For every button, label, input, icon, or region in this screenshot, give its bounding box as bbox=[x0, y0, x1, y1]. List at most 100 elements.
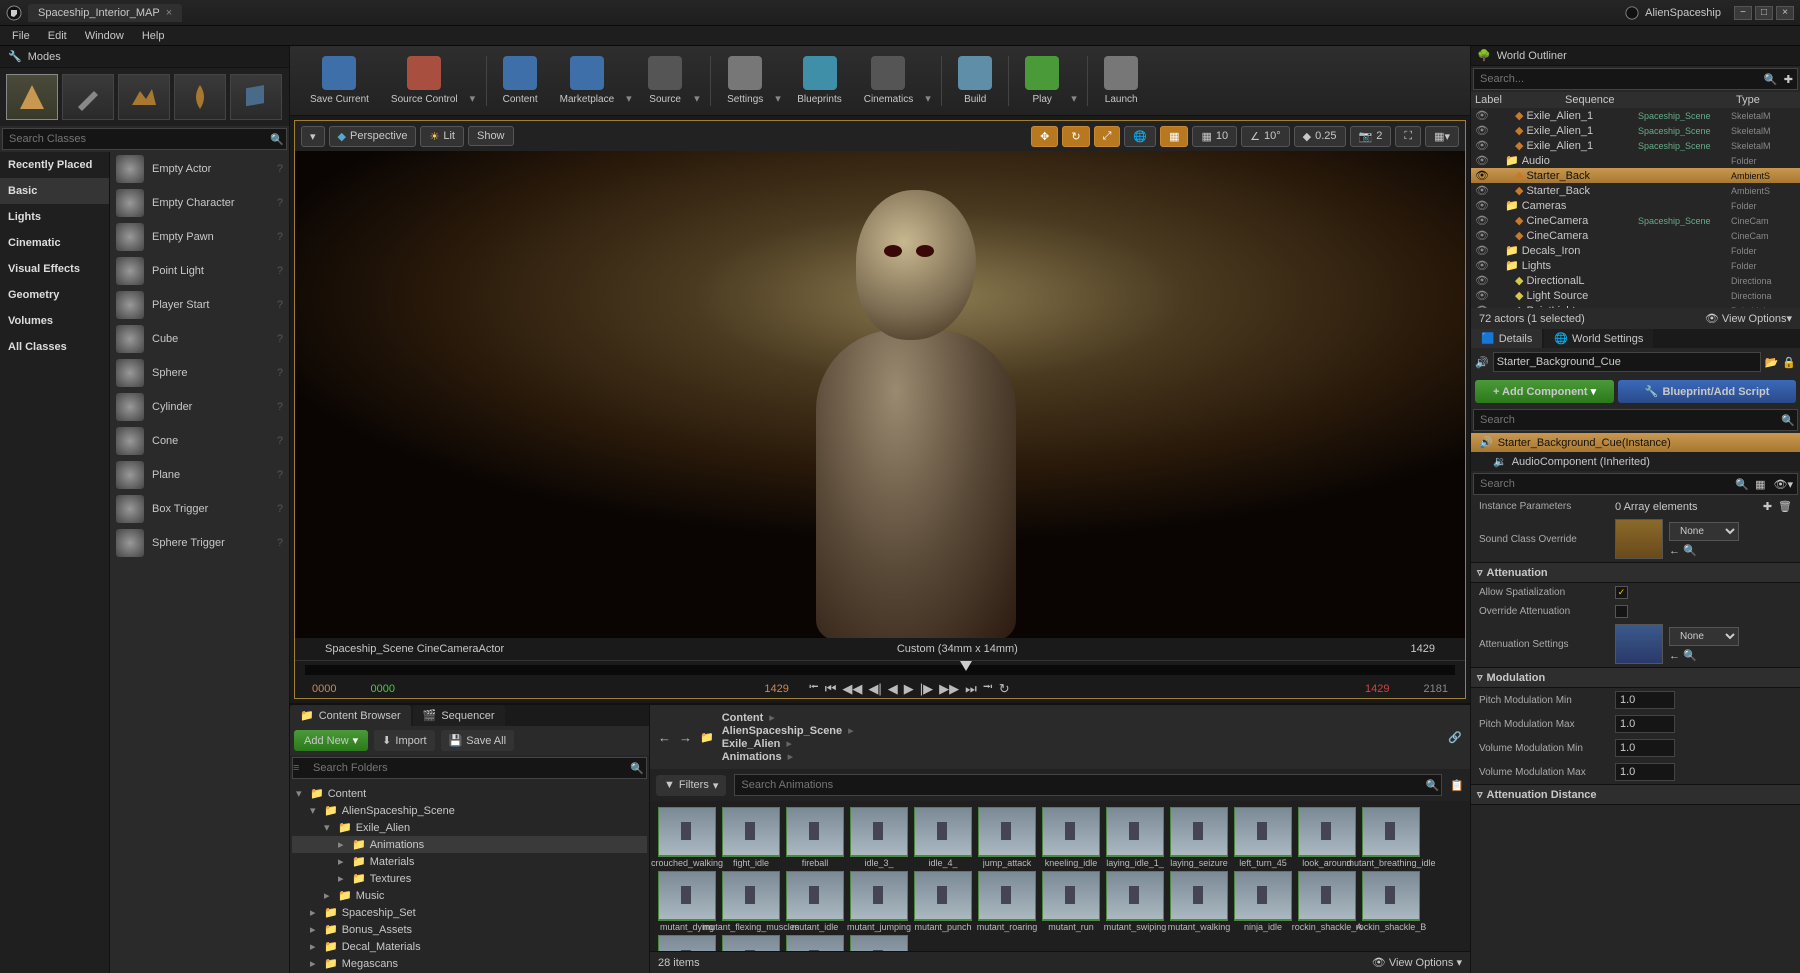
search-icon[interactable]: 🔍 bbox=[628, 759, 646, 777]
tl-goto-start-icon[interactable]: ⭰ bbox=[809, 678, 819, 700]
outliner-search-input[interactable] bbox=[1474, 69, 1762, 89]
browse-icon[interactable]: 🔍 bbox=[1683, 650, 1697, 662]
help-icon[interactable]: ? bbox=[277, 197, 283, 209]
tree-item[interactable]: ▸📁Bonus_Assets bbox=[292, 921, 647, 938]
asset-item[interactable]: idle_3_ bbox=[848, 807, 910, 869]
minimize-button[interactable]: − bbox=[1734, 6, 1752, 20]
tl-reverse-icon[interactable]: ◀ bbox=[888, 681, 898, 697]
category-item[interactable]: Volumes bbox=[0, 308, 109, 334]
category-item[interactable]: Recently Placed bbox=[0, 152, 109, 178]
asset-item[interactable]: sleeping_idle bbox=[720, 935, 782, 951]
transform-move-icon[interactable]: ✥ bbox=[1031, 126, 1058, 147]
close-icon[interactable]: × bbox=[166, 7, 172, 19]
world-settings-tab[interactable]: 🌐World Settings bbox=[1544, 329, 1653, 348]
tl-play-icon[interactable]: ▶ bbox=[904, 681, 914, 697]
asset-item[interactable]: mutant_swiping bbox=[1104, 871, 1166, 933]
search-icon[interactable]: 🔍 bbox=[1779, 411, 1797, 429]
visibility-icon[interactable]: 👁 bbox=[1475, 139, 1489, 152]
actor-item[interactable]: Empty Character? bbox=[110, 186, 289, 220]
toolbar-dropdown-icon[interactable]: ▾ bbox=[1071, 92, 1081, 105]
coord-icon[interactable]: 🌐 bbox=[1124, 126, 1156, 147]
vol-max-input[interactable] bbox=[1615, 763, 1675, 781]
content-browser-tab[interactable]: 📁Content Browser bbox=[290, 705, 411, 726]
breadcrumb-item[interactable]: Content ▸ bbox=[722, 711, 854, 724]
outliner-row[interactable]: 👁📁Decals_IronFolder bbox=[1471, 243, 1800, 258]
breadcrumb-item[interactable]: AlienSpaceship_Scene ▸ bbox=[722, 724, 854, 737]
asset-item[interactable]: mutant_flexing_muscles bbox=[720, 871, 782, 933]
category-item[interactable]: Basic bbox=[0, 178, 109, 204]
tree-item[interactable]: ▾📁Exile_Alien bbox=[292, 819, 647, 836]
component-audio[interactable]: 🔉AudioComponent (Inherited) bbox=[1471, 452, 1800, 471]
toolbar-save-current[interactable]: Save Current bbox=[300, 50, 379, 112]
sound-class-thumb[interactable] bbox=[1615, 519, 1663, 559]
asset-item[interactable]: kneeling_idle bbox=[1040, 807, 1102, 869]
toolbar-content[interactable]: Content bbox=[493, 50, 548, 112]
tl-next-icon[interactable]: ▶▶ bbox=[939, 681, 959, 697]
camera-speed[interactable]: 📷 2 bbox=[1350, 126, 1392, 147]
asset-item[interactable]: fight_idle bbox=[720, 807, 782, 869]
asset-item[interactable]: mutant_jumping bbox=[848, 871, 910, 933]
actor-item[interactable]: Cube? bbox=[110, 322, 289, 356]
actor-item[interactable]: Cone? bbox=[110, 424, 289, 458]
tree-item[interactable]: ▸📁Megascans bbox=[292, 955, 647, 972]
toolbar-dropdown-icon[interactable]: ▾ bbox=[626, 92, 636, 105]
breadcrumb-item[interactable]: Animations ▸ bbox=[722, 750, 854, 763]
snap-surface-icon[interactable]: ▦ bbox=[1160, 126, 1188, 147]
show-menu[interactable]: Show bbox=[468, 126, 514, 146]
actor-item[interactable]: Empty Actor? bbox=[110, 152, 289, 186]
visibility-icon[interactable]: 👁 bbox=[1475, 214, 1489, 227]
vol-min-input[interactable] bbox=[1615, 739, 1675, 757]
eye-icon[interactable]: 👁▾ bbox=[1770, 478, 1798, 491]
timeline[interactable]: 0000 0000 1429 ⭰ ⏮ ◀◀ ◀| ◀ ▶ |▶ ▶▶ ⏭ ⭲ ↻ bbox=[295, 660, 1465, 698]
visibility-icon[interactable]: 👁 bbox=[1475, 274, 1489, 287]
use-icon[interactable]: ← bbox=[1669, 650, 1680, 662]
actor-item[interactable]: Sphere? bbox=[110, 356, 289, 390]
search-folders-input[interactable] bbox=[307, 758, 628, 778]
component-root[interactable]: 🔊Starter_Background_Cue(Instance) bbox=[1471, 433, 1800, 452]
override-atten-checkbox[interactable] bbox=[1615, 605, 1628, 618]
asset-item[interactable]: crouched_walking bbox=[656, 807, 718, 869]
nav-fwd-icon[interactable]: → bbox=[679, 730, 692, 745]
add-new-button[interactable]: Add New ▾ bbox=[294, 730, 368, 751]
view-mode-perspective[interactable]: ◆Perspective bbox=[329, 126, 417, 147]
help-icon[interactable]: ? bbox=[277, 231, 283, 243]
add-component-button[interactable]: + Add Component ▾ bbox=[1475, 380, 1614, 403]
toolbar-cinematics[interactable]: Cinematics bbox=[854, 50, 923, 112]
asset-item[interactable]: ninja_idle bbox=[1232, 871, 1294, 933]
asset-item[interactable]: mutant_breathing_idle bbox=[1360, 807, 1422, 869]
help-icon[interactable]: ? bbox=[277, 333, 283, 345]
menu-edit[interactable]: Edit bbox=[40, 28, 75, 44]
asset-item[interactable]: laying_seizure bbox=[1168, 807, 1230, 869]
help-icon[interactable]: ? bbox=[277, 469, 283, 481]
category-item[interactable]: Cinematic bbox=[0, 230, 109, 256]
search-icon[interactable]: 🔍 bbox=[268, 130, 286, 148]
toolbar-play[interactable]: Play bbox=[1015, 50, 1069, 112]
category-item[interactable]: Visual Effects bbox=[0, 256, 109, 282]
actor-item[interactable]: Cylinder? bbox=[110, 390, 289, 424]
asset-item[interactable]: mutant_walking bbox=[1168, 871, 1230, 933]
outliner-row[interactable]: 👁◆Starter_BackAmbientS bbox=[1471, 183, 1800, 198]
toolbar-dropdown-icon[interactable]: ▾ bbox=[775, 92, 785, 105]
toolbar-source-control[interactable]: Source Control bbox=[381, 50, 468, 112]
browse-icon[interactable]: 📂 bbox=[1765, 356, 1779, 369]
outliner-row[interactable]: 👁◆DirectionalLDirectiona bbox=[1471, 273, 1800, 288]
atten-select[interactable]: None bbox=[1669, 627, 1739, 646]
tree-item[interactable]: ▸📁Spaceship_Set bbox=[292, 904, 647, 921]
use-icon[interactable]: ← bbox=[1669, 545, 1680, 557]
import-button[interactable]: ⬇ Import bbox=[374, 730, 434, 751]
path-icon[interactable]: 🔗 bbox=[1448, 731, 1462, 744]
transform-scale-icon[interactable]: ⤢ bbox=[1094, 126, 1121, 147]
help-icon[interactable]: ? bbox=[277, 503, 283, 515]
menu-window[interactable]: Window bbox=[77, 28, 132, 44]
tl-goto-end-icon[interactable]: ⭲ bbox=[983, 678, 993, 700]
toolbar-marketplace[interactable]: Marketplace bbox=[550, 50, 624, 112]
menu-help[interactable]: Help bbox=[134, 28, 173, 44]
visibility-icon[interactable]: 👁 bbox=[1475, 244, 1489, 257]
outliner-row[interactable]: 👁◆Light SourceDirectiona bbox=[1471, 288, 1800, 303]
layout-icon[interactable]: ▦▾ bbox=[1425, 126, 1459, 147]
visibility-icon[interactable]: 👁 bbox=[1475, 199, 1489, 212]
category-item[interactable]: All Classes bbox=[0, 334, 109, 360]
tl-prev-key-icon[interactable]: ⏮ bbox=[825, 681, 837, 697]
category-item[interactable]: Geometry bbox=[0, 282, 109, 308]
save-all-button[interactable]: 💾 Save All bbox=[441, 730, 514, 751]
